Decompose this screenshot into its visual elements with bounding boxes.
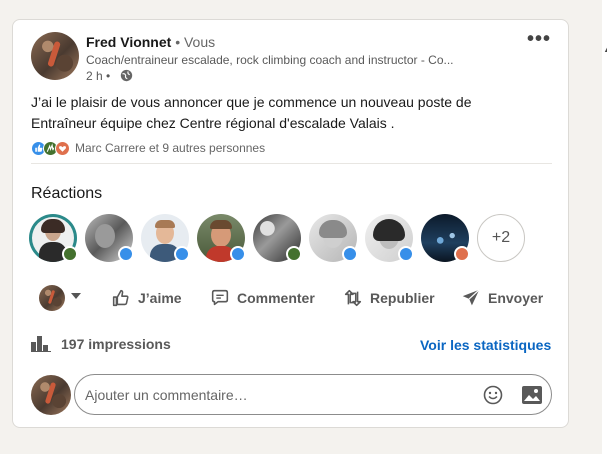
author-avatar[interactable]: [31, 32, 79, 80]
send-label: Envoyer: [488, 290, 544, 306]
actor-avatar[interactable]: [39, 285, 65, 311]
repost-label: Republier: [370, 290, 435, 306]
more-reactors-button[interactable]: +2: [477, 214, 525, 262]
reactor-avatar[interactable]: [365, 214, 414, 262]
reactor-avatar[interactable]: [421, 214, 470, 262]
post-card: Fred Vionnet • Vous Coach/entraineur esc…: [12, 19, 569, 428]
emoji-icon[interactable]: [483, 385, 503, 405]
my-avatar[interactable]: [31, 375, 71, 415]
love-icon: [454, 246, 470, 262]
celebrate-icon: [286, 246, 302, 262]
thumbs-up-icon: [112, 289, 129, 307]
reaction-summary[interactable]: Marc Carrere et 9 autres personnes: [75, 141, 265, 155]
reactor-avatar[interactable]: [29, 214, 78, 262]
author-name-line[interactable]: Fred Vionnet • Vous: [86, 34, 215, 50]
reactor-avatar[interactable]: [309, 214, 358, 262]
more-options-icon[interactable]: •••: [527, 28, 551, 51]
like-icon: [398, 246, 414, 262]
reactor-avatar[interactable]: [253, 214, 302, 262]
like-icon: [230, 246, 246, 262]
post-text-line: Entraîneur équipe chez Centre régional d…: [31, 115, 395, 131]
reaction-icons[interactable]: [31, 141, 73, 157]
author-name[interactable]: Fred Vionnet: [86, 34, 171, 50]
view-stats-link[interactable]: Voir les statistiques: [420, 337, 551, 353]
like-button[interactable]: J’aime: [110, 283, 182, 313]
post-text: J’ai le plaisir de vous annoncer que je …: [31, 92, 551, 134]
comment-box[interactable]: [74, 374, 552, 415]
divider: [31, 163, 552, 164]
chevron-down-icon[interactable]: [71, 293, 81, 299]
like-icon: [118, 246, 134, 262]
send-button[interactable]: Envoyer: [460, 283, 543, 313]
celebrate-icon: [62, 246, 78, 262]
comment-input[interactable]: [85, 375, 465, 414]
author-headline: Coach/entraineur escalade, rock climbing…: [86, 53, 454, 67]
author-relation: • Vous: [171, 34, 216, 50]
impressions-count: 197 impressions: [61, 336, 171, 352]
like-icon: [174, 246, 190, 262]
comment-icon: [211, 289, 229, 306]
reactor-avatar[interactable]: [197, 214, 246, 262]
globe-icon: [120, 69, 133, 82]
like-label: J’aime: [138, 290, 182, 306]
reactions-title: Réactions: [31, 185, 103, 202]
reactor-avatar[interactable]: [85, 214, 134, 262]
bar-chart-icon: [31, 336, 51, 352]
comment-label: Commenter: [237, 290, 315, 306]
like-icon: [342, 246, 358, 262]
send-icon: [462, 289, 480, 306]
adjacent-panel-arrow-icon: ▲: [603, 44, 607, 54]
reactor-avatar[interactable]: [141, 214, 190, 262]
comment-button[interactable]: Commenter: [209, 283, 315, 313]
love-icon: [55, 141, 70, 156]
post-time: 2 h •: [86, 69, 111, 83]
repost-button[interactable]: Republier: [342, 283, 435, 313]
photo-icon[interactable]: [521, 385, 543, 405]
adjacent-panel-edge: [602, 0, 607, 454]
repost-icon: [344, 289, 362, 307]
post-text-line: J’ai le plaisir de vous annoncer que je …: [31, 94, 472, 110]
impressions: 197 impressions: [31, 336, 171, 352]
